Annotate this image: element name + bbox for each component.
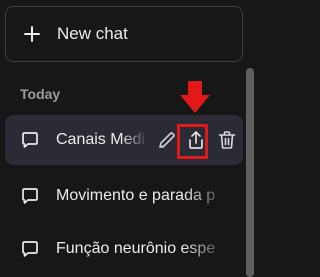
pencil-icon bbox=[156, 128, 178, 152]
scrollbar-thumb[interactable] bbox=[246, 68, 254, 277]
new-chat-label: New chat bbox=[57, 24, 128, 43]
new-chat-button[interactable]: New chat bbox=[5, 6, 243, 62]
plus-icon bbox=[23, 25, 41, 43]
chat-item[interactable]: Movimento e parada p bbox=[5, 171, 243, 221]
chat-bubble-icon bbox=[20, 239, 40, 259]
chat-item[interactable]: Função neurônio espe bbox=[5, 224, 243, 274]
title-fade bbox=[183, 224, 243, 274]
rename-button[interactable] bbox=[156, 128, 178, 152]
arrow-down-icon bbox=[178, 79, 212, 115]
chat-bubble-icon bbox=[20, 130, 40, 150]
delete-button[interactable] bbox=[216, 128, 238, 152]
chat-bubble-icon bbox=[20, 186, 40, 206]
section-heading-today: Today bbox=[20, 86, 61, 102]
title-fade bbox=[121, 115, 151, 165]
highlight-box bbox=[177, 124, 208, 159]
trash-icon bbox=[216, 128, 238, 152]
title-fade bbox=[183, 171, 243, 221]
